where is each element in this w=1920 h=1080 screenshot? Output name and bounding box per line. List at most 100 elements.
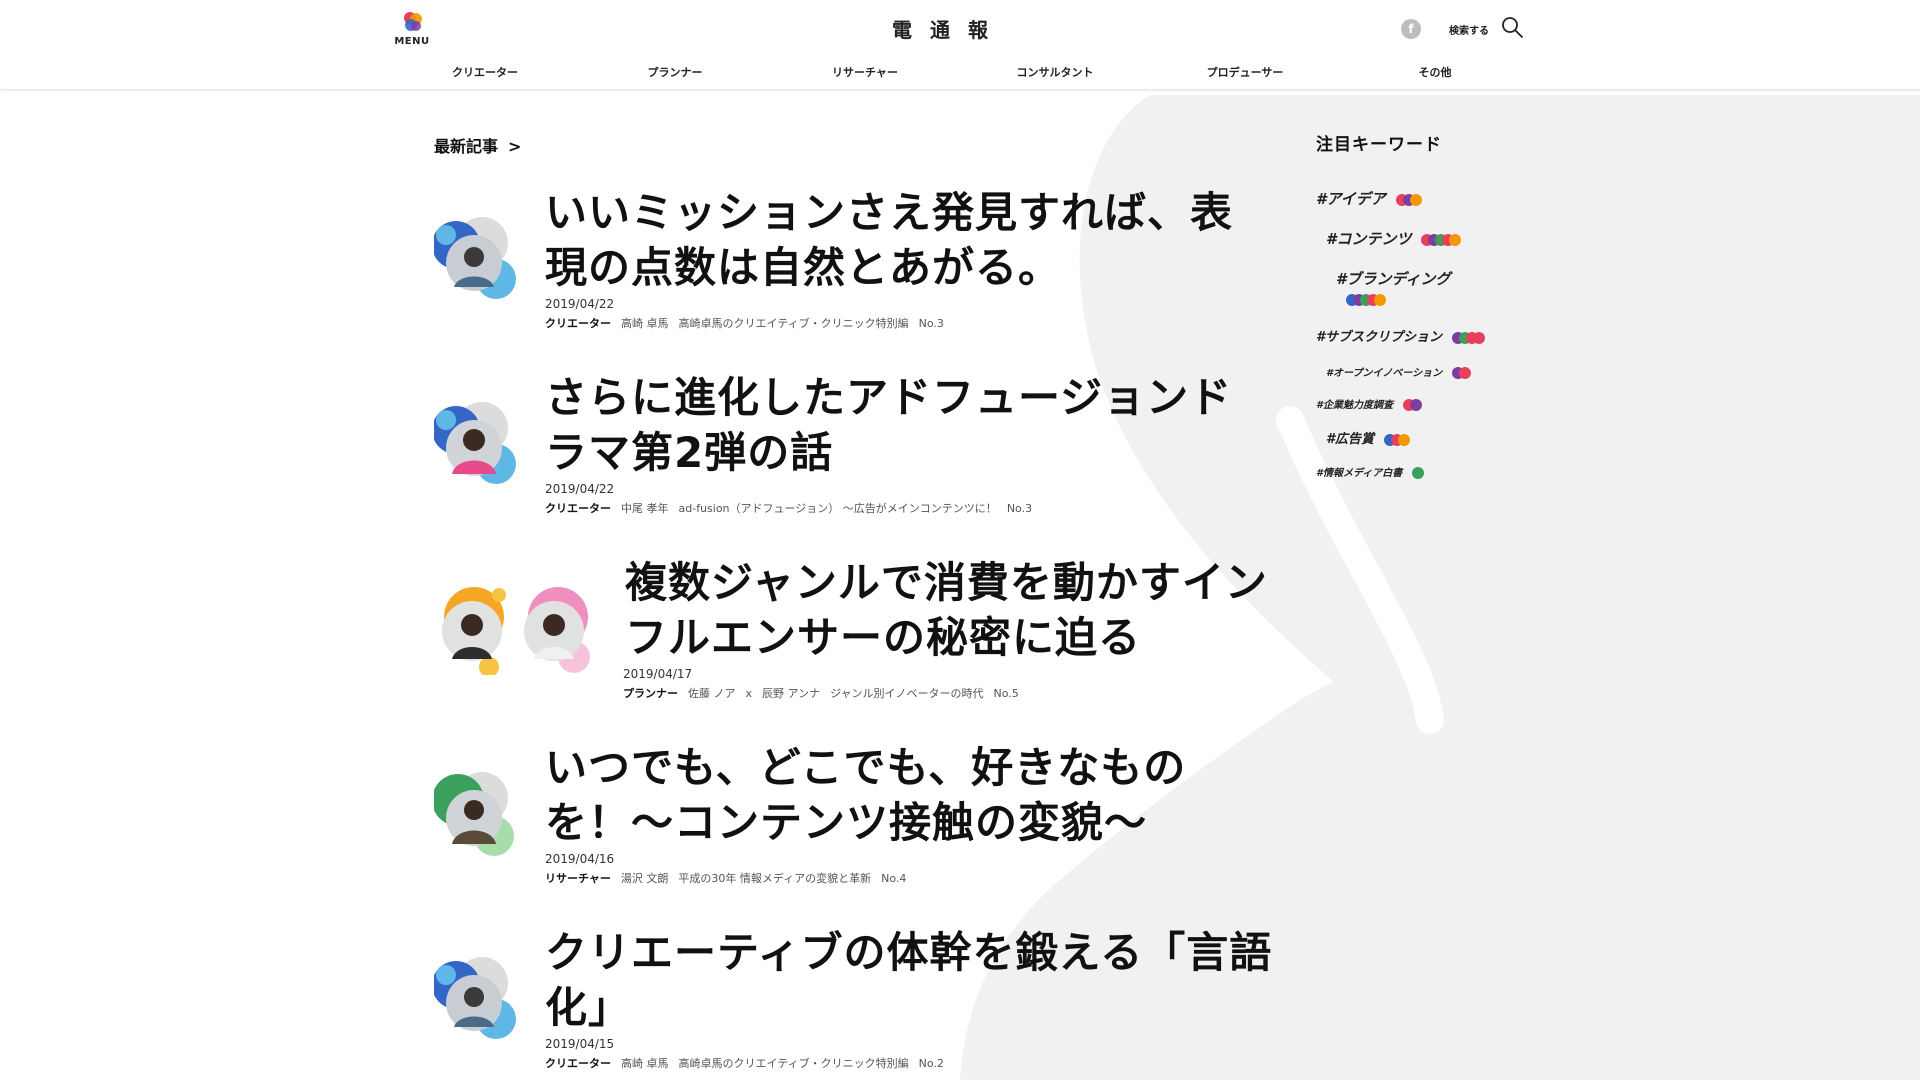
article-title[interactable]: いいミッションさえ発見すれば、表現の点数は自然とあがる。 xyxy=(545,185,1275,295)
section-heading-label: 最新記事 xyxy=(434,137,499,156)
facebook-icon[interactable]: f xyxy=(1401,19,1421,39)
keyword-label: #企業魅力度調査 xyxy=(1316,400,1393,411)
keyword-color-dot xyxy=(1398,433,1411,446)
article-number: No.5 xyxy=(993,687,1019,700)
search-label[interactable]: 検索する xyxy=(1449,22,1489,37)
article-series[interactable]: 平成の30年 情報メディアの変貌と革新 xyxy=(678,872,871,885)
keyword-label: #サブスクリプション xyxy=(1316,330,1443,345)
article-title[interactable]: さらに進化したアドフュージョンドラマ第2弾の話 xyxy=(545,370,1275,480)
keyword-color-dot xyxy=(1409,193,1422,206)
keyword-label: #広告賞 xyxy=(1326,432,1375,447)
keyword-media-whitepaper[interactable]: #情報メディア白書 xyxy=(1316,464,1425,479)
keyword-dots xyxy=(1452,331,1486,344)
article-date: 2019/04/15 xyxy=(545,1037,615,1051)
keyword-dots xyxy=(1412,467,1425,479)
site-title[interactable]: 電通報 xyxy=(884,14,1014,43)
keyword-corporate-appeal-survey[interactable]: #企業魅力度調査 xyxy=(1316,396,1422,411)
article-title[interactable]: クリエーティブの体幹を鍛える「言語化」 xyxy=(545,925,1275,1035)
author-avatar xyxy=(434,217,516,299)
keyword-contents[interactable]: #コンテンツ xyxy=(1326,228,1462,249)
article-meta: クリエーター 中尾 孝年 ad-fusion（アドフュージョン） 〜広告がメインコン… xyxy=(545,500,1032,516)
article-title[interactable]: 複数ジャンルで消費を動かすインフルエンサーの秘密に迫る xyxy=(625,555,1275,665)
article-item[interactable]: クリエーティブの体幹を鍛える「言語化」 2019/04/15 クリエーター 高崎 … xyxy=(434,925,1274,1080)
keyword-dots xyxy=(1346,293,1386,306)
keyword-subscription[interactable]: #サブスクリプション xyxy=(1316,326,1486,345)
search-icon[interactable] xyxy=(1500,15,1524,39)
nav-item-producer[interactable]: プロデューサー xyxy=(1150,64,1340,84)
nav-item-researcher[interactable]: リサーチャー xyxy=(770,64,960,84)
keyword-branding-dots-row xyxy=(1346,290,1386,308)
article-meta: リサーチャー 湯沢 文朗 平成の30年 情報メディアの変貌と革新 No.4 xyxy=(545,870,906,886)
chevron-right-icon: > xyxy=(508,137,522,156)
article-category[interactable]: クリエーター xyxy=(545,1057,611,1070)
keyword-dots xyxy=(1452,367,1472,379)
keyword-color-dot xyxy=(1449,233,1462,246)
nav-item-creator[interactable]: クリエーター xyxy=(390,64,580,84)
latest-articles-link[interactable]: 最新記事 > xyxy=(434,133,521,157)
menu-label: MENU xyxy=(394,36,430,47)
article-date: 2019/04/22 xyxy=(545,297,615,311)
author-separator: x xyxy=(745,687,753,700)
article-series[interactable]: ad-fusion（アドフュージョン） 〜広告がメインコンテンツに！ xyxy=(679,502,997,515)
article-category[interactable]: クリエーター xyxy=(545,317,611,330)
category-nav: クリエーター プランナー リサーチャー コンサルタント プロデューサー その他 xyxy=(390,64,1530,84)
article-item[interactable]: さらに進化したアドフュージョンドラマ第2弾の話 2019/04/22 クリエータ… xyxy=(434,370,1274,530)
article-category[interactable]: クリエーター xyxy=(545,502,611,515)
article-author[interactable]: 中尾 孝年 xyxy=(621,502,669,515)
keyword-label: #コンテンツ xyxy=(1326,230,1412,248)
article-date: 2019/04/16 xyxy=(545,852,615,866)
author-avatar xyxy=(434,957,516,1039)
article-item[interactable]: 複数ジャンルで消費を動かすインフルエンサーの秘密に迫る 2019/04/17 プ… xyxy=(434,555,1274,715)
menu-button[interactable]: MENU xyxy=(394,10,430,50)
article-date: 2019/04/22 xyxy=(545,482,615,496)
keyword-open-innovation[interactable]: #オープンイノベーション xyxy=(1326,364,1472,379)
nav-item-other[interactable]: その他 xyxy=(1340,64,1530,84)
site-logo-icon xyxy=(404,12,422,31)
nav-item-consultant[interactable]: コンサルタント xyxy=(960,64,1150,84)
article-date: 2019/04/17 xyxy=(623,667,693,681)
article-author[interactable]: 湯沢 文朗 xyxy=(621,872,669,885)
keyword-idea[interactable]: #アイデア xyxy=(1316,188,1422,209)
keyword-color-dot xyxy=(1412,467,1425,479)
keyword-dots xyxy=(1402,399,1422,411)
keyword-branding[interactable]: #ブランディング xyxy=(1336,268,1450,289)
article-meta: クリエーター 高崎 卓馬 高崎卓馬のクリエイティブ・クリニック特別編 No.2 xyxy=(545,1055,944,1071)
keyword-color-dot xyxy=(1409,399,1422,411)
article-number: No.2 xyxy=(918,1057,944,1070)
nav-item-planner[interactable]: プランナー xyxy=(580,64,770,84)
author-avatar-pair xyxy=(442,587,590,675)
article-number: No.3 xyxy=(1006,502,1033,515)
article-author[interactable]: 佐藤 ノア xyxy=(688,687,736,700)
author-avatar xyxy=(434,402,516,484)
article-meta: プランナー 佐藤 ノア x 辰野 アンナ ジャンル別イノベーターの時代 No.5 xyxy=(623,685,1019,701)
author-avatar xyxy=(434,772,514,856)
article-series[interactable]: 高崎卓馬のクリエイティブ・クリニック特別編 xyxy=(679,1057,909,1070)
article-series[interactable]: 高崎卓馬のクリエイティブ・クリニック特別編 xyxy=(679,317,909,330)
article-number: No.3 xyxy=(918,317,944,330)
keyword-label: #情報メディア白書 xyxy=(1316,468,1403,479)
keyword-dots xyxy=(1384,433,1411,446)
article-category[interactable]: リサーチャー xyxy=(545,872,611,885)
keyword-label: #オープンイノベーション xyxy=(1326,368,1443,379)
article-item[interactable]: いいミッションさえ発見すれば、表現の点数は自然とあがる。 2019/04/22 … xyxy=(434,185,1274,345)
article-item[interactable]: いつでも、どこでも、好きなものを！〜コンテンツ接触の変貌〜 2019/04/16… xyxy=(434,740,1274,900)
keyword-label: #ブランディング xyxy=(1336,270,1451,288)
article-category[interactable]: プランナー xyxy=(623,687,678,700)
article-author[interactable]: 高崎 卓馬 xyxy=(621,1057,669,1070)
keyword-color-dot xyxy=(1374,293,1386,306)
keyword-ad-award[interactable]: #広告賞 xyxy=(1326,428,1411,447)
article-series[interactable]: ジャンル別イノベーターの時代 xyxy=(830,687,983,700)
article-author[interactable]: 高崎 卓馬 xyxy=(621,317,669,330)
article-title[interactable]: いつでも、どこでも、好きなものを！〜コンテンツ接触の変貌〜 xyxy=(545,740,1275,850)
sidebar-title: 注目キーワード xyxy=(1316,135,1442,155)
keyword-color-dot xyxy=(1459,367,1472,379)
article-meta: クリエーター 高崎 卓馬 高崎卓馬のクリエイティブ・クリニック特別編 No.3 xyxy=(545,315,944,331)
keyword-dots xyxy=(1421,233,1462,246)
keyword-label: #アイデア xyxy=(1316,190,1386,208)
site-header: MENU 電通報 f 検索する クリエーター プランナー リサーチャー コンサル… xyxy=(0,0,1920,90)
background-shape xyxy=(960,95,1920,1080)
article-author-2[interactable]: 辰野 アンナ xyxy=(762,687,820,700)
keyword-color-dot xyxy=(1473,331,1486,344)
article-number: No.4 xyxy=(881,872,907,885)
keyword-dots xyxy=(1395,193,1422,206)
